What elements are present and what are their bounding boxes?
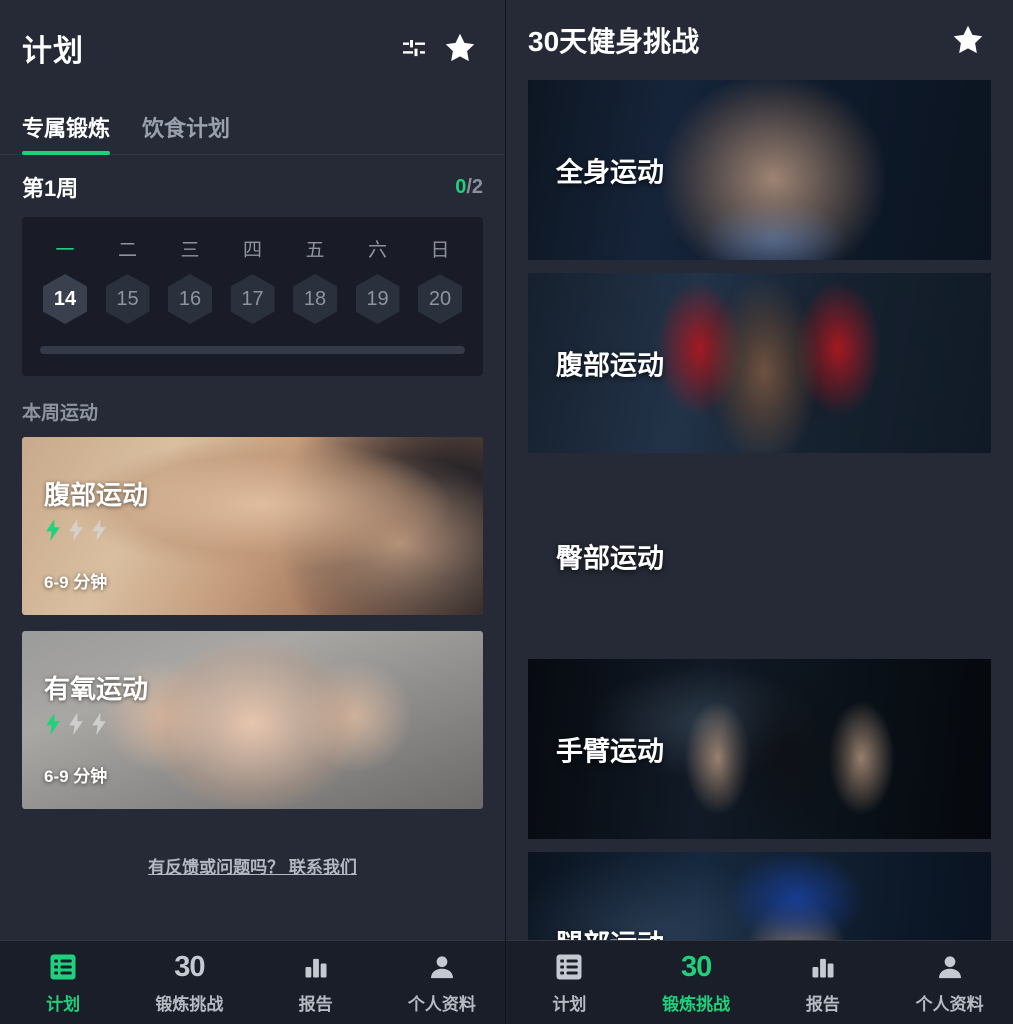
week-total: /2 bbox=[466, 175, 483, 198]
nav-label: 锻炼挑战 bbox=[155, 995, 224, 1014]
date-hex-20[interactable]: 20 bbox=[418, 274, 462, 324]
bolt-icon-filled bbox=[46, 713, 60, 735]
day-name-wed: 三 bbox=[180, 240, 200, 261]
date-cell: 17 bbox=[228, 274, 278, 324]
challenge-list: 全身运动 腹部运动 臀部运动 手臂运动 腿部运动 bbox=[506, 80, 1013, 940]
30-icon: 30 bbox=[174, 950, 205, 983]
calendar-day-names: 一 二 三 四 五 六 日 bbox=[40, 235, 465, 262]
day-name-sun: 日 bbox=[430, 240, 450, 261]
challenge-title: 腹部运动 bbox=[556, 350, 664, 381]
day-name-tue: 二 bbox=[117, 240, 137, 261]
challenge-card-full-body[interactable]: 全身运动 bbox=[528, 80, 991, 260]
30-icon: 30 bbox=[680, 950, 712, 983]
page-title: 30天健身挑战 bbox=[528, 26, 700, 57]
day-name-thu: 四 bbox=[242, 240, 262, 261]
date-hex-18[interactable]: 18 bbox=[293, 274, 337, 324]
challenge-title: 腿部运动 bbox=[556, 923, 664, 941]
workout-title: 有氧运动 bbox=[44, 674, 149, 704]
date-cell: 18 bbox=[290, 274, 340, 324]
plan-tabs: 专属锻炼 饮食计划 bbox=[0, 95, 505, 155]
section-title-this-week: 本周运动 bbox=[22, 403, 99, 424]
calendar-dates: 14 15 16 17 18 19 20 bbox=[40, 274, 465, 324]
nav-item-report[interactable]: 报告 bbox=[253, 950, 379, 1015]
date-cell: 15 bbox=[103, 274, 153, 324]
day-name-fri: 五 bbox=[305, 240, 325, 261]
calendar-card: 一 二 三 四 五 六 日 14 15 16 17 18 19 20 bbox=[22, 217, 483, 376]
day-name-mon: 一 bbox=[55, 240, 75, 261]
nav-label: 计划 bbox=[552, 995, 587, 1014]
nav-item-report[interactable]: 报告 bbox=[760, 950, 887, 1015]
date-hex-17[interactable]: 17 bbox=[230, 274, 275, 324]
bolt-icon-filled bbox=[46, 519, 60, 541]
week-completed: 0 bbox=[455, 175, 467, 198]
app-root: 计划 专属锻炼 饮食计划 第1周 0/2 一 二 三 四 五 六 日 14 15… bbox=[0, 0, 1013, 1024]
workout-duration: 6-9 分钟 bbox=[44, 573, 108, 592]
week-progress-bar bbox=[40, 346, 465, 354]
challenge-card-abs[interactable]: 腹部运动 bbox=[528, 273, 991, 453]
bottom-nav-right: 计划 30 锻炼挑战 报告 个人资料 bbox=[506, 940, 1013, 1024]
challenge-header: 30天健身挑战 bbox=[506, 0, 1013, 80]
challenge-screen: 30天健身挑战 全身运动 腹部运动 臀部运动 手臂运动 计划 30 锻炼挑战 报… bbox=[506, 0, 1013, 1024]
nav-label: 计划 bbox=[46, 995, 81, 1014]
nav-item-plan[interactable]: 计划 bbox=[506, 950, 633, 1015]
bolt-icon-empty bbox=[69, 519, 83, 541]
bar-chart-icon bbox=[302, 950, 330, 984]
nav-item-plan[interactable]: 计划 bbox=[0, 950, 126, 1015]
nav-label: 报告 bbox=[805, 995, 840, 1014]
nav-item-challenge[interactable]: 30 锻炼挑战 bbox=[633, 950, 760, 1015]
day-name-sat: 六 bbox=[367, 240, 387, 261]
challenge-title: 全身运动 bbox=[556, 157, 664, 188]
challenge-title: 臀部运动 bbox=[556, 543, 664, 574]
workout-title: 腹部运动 bbox=[44, 480, 149, 510]
bolt-icon-empty bbox=[92, 519, 106, 541]
sliders-icon[interactable] bbox=[391, 25, 437, 71]
date-hex-19[interactable]: 19 bbox=[355, 274, 400, 324]
list-icon bbox=[554, 950, 584, 984]
bottom-nav-left: 计划 30 锻炼挑战 报告 个人资料 bbox=[0, 940, 505, 1024]
tab-workout-plan[interactable]: 专属锻炼 bbox=[22, 111, 111, 155]
person-icon bbox=[936, 950, 964, 984]
workout-card-abs[interactable]: 腹部运动 6-9 分钟 bbox=[22, 437, 483, 615]
nav-item-profile[interactable]: 个人资料 bbox=[379, 950, 505, 1015]
star-icon[interactable] bbox=[945, 17, 991, 63]
date-cell: 19 bbox=[353, 274, 403, 324]
date-hex-15[interactable]: 15 bbox=[105, 274, 150, 324]
date-cell: 20 bbox=[415, 274, 465, 324]
person-icon bbox=[428, 950, 456, 984]
workout-list: 腹部运动 6-9 分钟 有氧运动 6-9 分钟 bbox=[0, 437, 505, 825]
challenge-card-leg[interactable]: 腿部运动 bbox=[528, 852, 991, 940]
nav-label: 报告 bbox=[298, 995, 333, 1014]
workout-card-cardio[interactable]: 有氧运动 6-9 分钟 bbox=[22, 631, 483, 809]
bolt-icon-empty bbox=[69, 713, 83, 735]
difficulty-indicator bbox=[44, 713, 108, 735]
challenge-card-arm[interactable]: 手臂运动 bbox=[528, 659, 991, 839]
nav-label: 个人资料 bbox=[915, 995, 984, 1014]
nav-label: 个人资料 bbox=[407, 995, 476, 1014]
difficulty-indicator bbox=[44, 519, 108, 541]
week-label: 第1周 bbox=[22, 176, 79, 201]
feedback-section: 有反馈或问题吗？ 联系我们 bbox=[0, 825, 505, 940]
star-icon[interactable] bbox=[437, 25, 483, 71]
page-title: 计划 bbox=[22, 34, 84, 68]
challenge-card-hip[interactable]: 臀部运动 bbox=[528, 466, 991, 646]
nav-item-profile[interactable]: 个人资料 bbox=[886, 950, 1013, 1015]
date-cell: 14 bbox=[40, 274, 90, 324]
workout-duration: 6-9 分钟 bbox=[44, 767, 108, 786]
date-hex-14[interactable]: 14 bbox=[43, 274, 87, 324]
bolt-icon-empty bbox=[92, 713, 106, 735]
week-progress-count: 0/2 bbox=[455, 176, 483, 199]
nav-item-challenge[interactable]: 30 锻炼挑战 bbox=[126, 950, 252, 1015]
tab-diet-plan[interactable]: 饮食计划 bbox=[142, 111, 230, 155]
plan-screen: 计划 专属锻炼 饮食计划 第1周 0/2 一 二 三 四 五 六 日 14 15… bbox=[0, 0, 506, 1024]
bar-chart-icon bbox=[809, 950, 837, 984]
date-cell: 16 bbox=[165, 274, 215, 324]
week-summary: 第1周 0/2 bbox=[0, 155, 505, 217]
plan-header: 计划 bbox=[0, 0, 505, 95]
nav-label: 锻炼挑战 bbox=[662, 995, 731, 1014]
challenge-title: 手臂运动 bbox=[556, 736, 664, 767]
date-hex-16[interactable]: 16 bbox=[168, 274, 212, 324]
contact-us-link[interactable]: 有反馈或问题吗？ 联系我们 bbox=[148, 858, 357, 877]
list-icon bbox=[48, 950, 78, 984]
